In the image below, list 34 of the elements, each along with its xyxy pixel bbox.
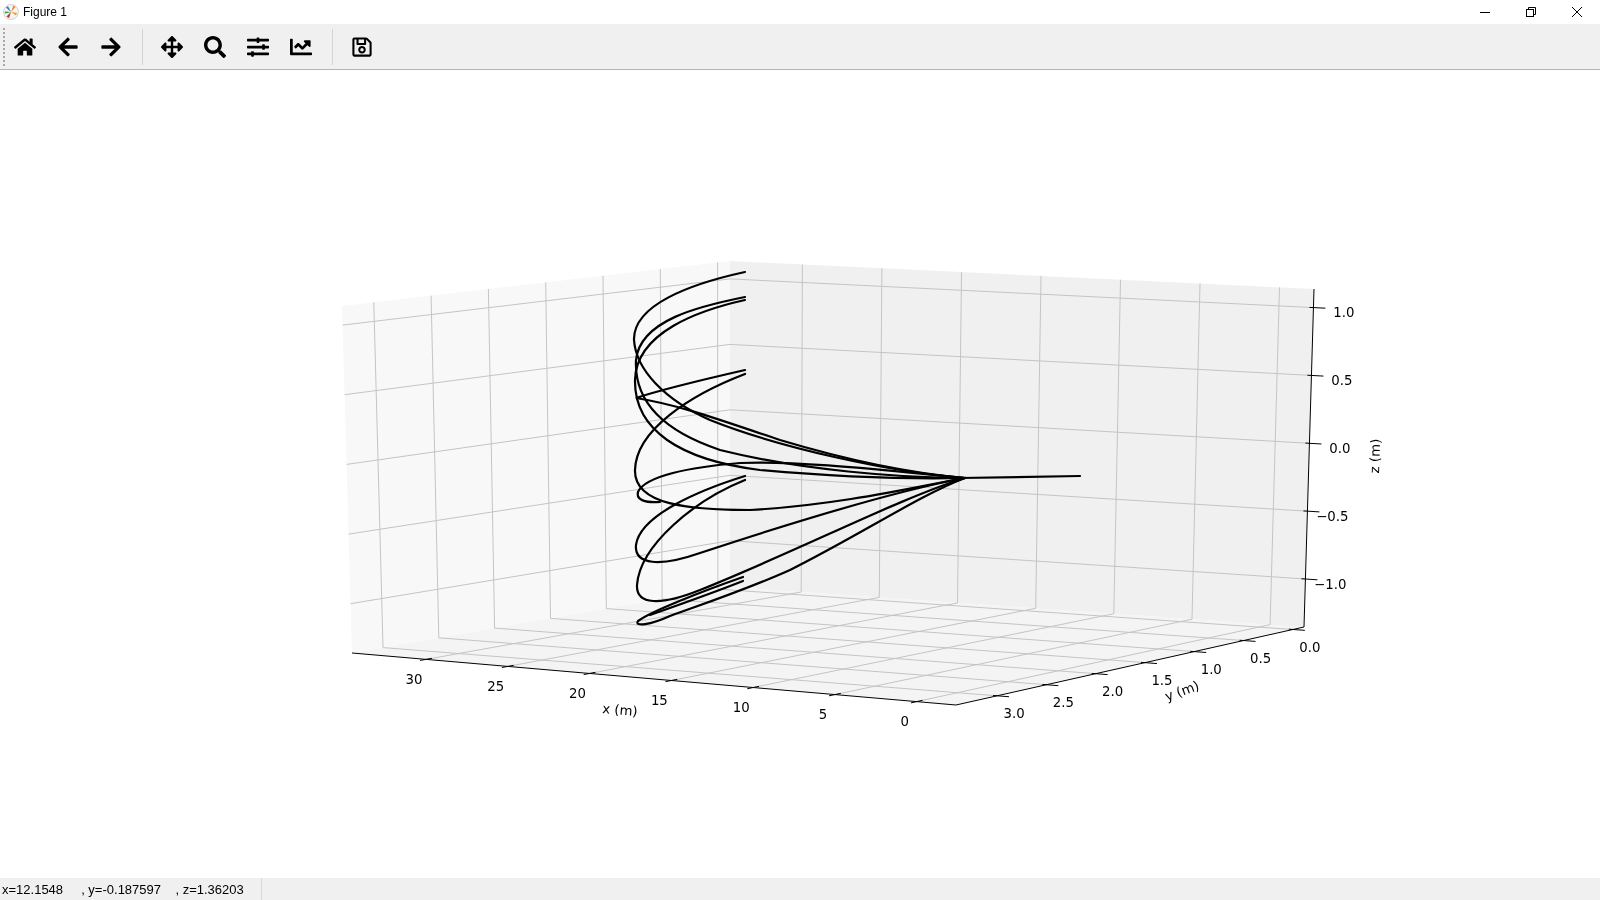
tick-label: 15 bbox=[650, 693, 668, 708]
tick-label: 1.0 bbox=[1200, 662, 1222, 678]
arrow-right-icon bbox=[99, 35, 122, 58]
minimize-icon bbox=[1480, 11, 1490, 13]
tick-label: 1.5 bbox=[1151, 673, 1173, 689]
tick-label: 0 bbox=[900, 714, 909, 730]
tick-label: −0.5 bbox=[1316, 508, 1349, 524]
close-icon bbox=[1572, 7, 1582, 17]
app-logo-icon bbox=[3, 4, 19, 20]
tick-label: 3.0 bbox=[1003, 706, 1025, 722]
restore-icon bbox=[1526, 7, 1536, 17]
tick-label: 10 bbox=[732, 700, 750, 716]
tick-label: 5 bbox=[818, 707, 828, 723]
axis-label: z (m) bbox=[1366, 438, 1384, 474]
sliders-icon bbox=[246, 35, 269, 58]
tick-label: 2.0 bbox=[1102, 684, 1124, 700]
tick-label: −1.0 bbox=[1314, 576, 1347, 592]
axis-label: x (m) bbox=[601, 701, 639, 719]
arrow-left-icon bbox=[56, 35, 79, 58]
tick-label: 1.0 bbox=[1333, 305, 1355, 321]
tick-label: 30 bbox=[405, 671, 423, 687]
tick-label: 2.5 bbox=[1052, 695, 1074, 711]
save-icon bbox=[350, 35, 373, 58]
search-icon bbox=[203, 35, 226, 58]
tick-label: 25 bbox=[487, 678, 505, 694]
tick-label: 0.0 bbox=[1329, 440, 1351, 456]
window-title: Figure 1 bbox=[23, 6, 68, 18]
tick-label: 0.5 bbox=[1250, 651, 1272, 667]
cursor-coordinates: x=12.1548 , y=-0.187597 , z=1.36203 bbox=[2, 882, 244, 896]
move-arrows-icon bbox=[160, 35, 183, 58]
home-icon bbox=[13, 35, 36, 58]
tick-label: 0.0 bbox=[1299, 640, 1321, 655]
tick-label: 20 bbox=[569, 685, 587, 701]
tick-label: 0.5 bbox=[1331, 372, 1353, 388]
